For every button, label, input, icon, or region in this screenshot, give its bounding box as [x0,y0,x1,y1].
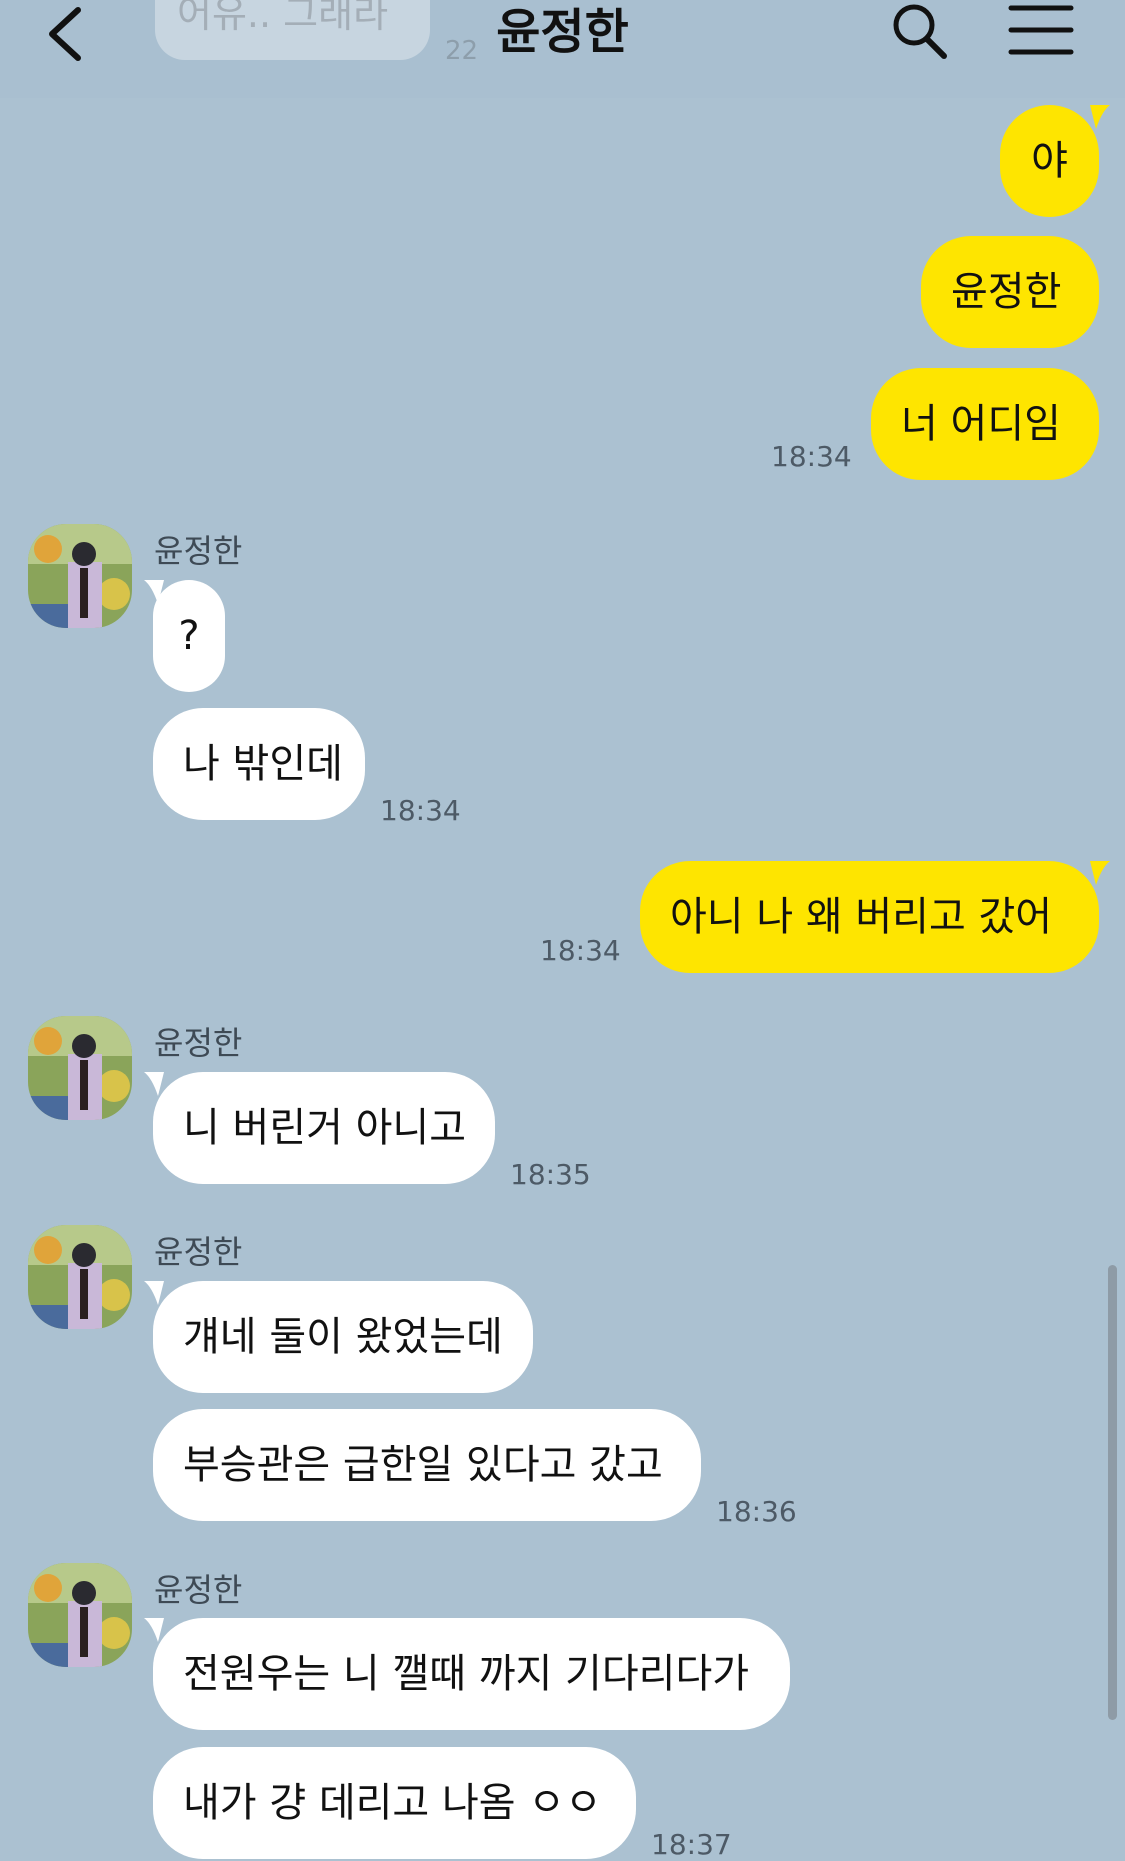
message-text: ? [178,613,200,659]
sent-message[interactable]: 너 어디임 [871,368,1099,480]
message-text: 니 버린거 아니고 [183,1105,467,1151]
received-message[interactable]: 내가 걍 데리고 나옴 ㅇㅇ [153,1747,636,1859]
sender-name: 윤정한 [154,1024,243,1062]
message-text: 윤정한 [951,269,1062,315]
sender-name: 윤정한 [154,1571,243,1609]
search-icon [893,4,947,59]
profile-photo [28,1563,132,1667]
message-text: 부승관은 급한일 있다고 갔고 [183,1442,663,1488]
message-time: 18:34 [380,794,461,827]
received-message[interactable]: 니 버린거 아니고 [153,1072,495,1184]
message-text: 아니 나 왜 버리고 갔어 [670,894,1053,940]
message-text: 걔네 둘이 왔었는데 [183,1314,503,1360]
avatar[interactable] [28,524,132,628]
received-message[interactable]: 전원우는 니 깰때 까지 기다리다가 [153,1618,790,1730]
profile-photo [28,524,132,628]
profile-photo [28,1225,132,1329]
chat-header: 어유.. 그래라 22 윤정한 [0,0,1125,98]
scrollbar[interactable] [1108,1265,1117,1720]
bubble-tail [1090,105,1110,129]
chat-title: 윤정한 [496,4,629,60]
message-text: 전원우는 니 깰때 까지 기다리다가 [183,1651,750,1697]
message-time: 18:37 [651,1828,732,1861]
message-text: 내가 걍 데리고 나옴 ㅇㅇ [183,1780,602,1826]
sender-name: 윤정한 [154,1233,243,1271]
message-time: 18:35 [510,1158,591,1191]
search-button[interactable] [890,0,950,62]
message-text: 너 어디임 [901,401,1061,447]
message-text: 나 밖인데 [183,741,343,787]
sent-message[interactable]: 윤정한 [921,236,1099,348]
sent-message[interactable]: 야 [1000,105,1099,217]
sent-message[interactable]: 아니 나 왜 버리고 갔어 [640,861,1099,973]
message-time: 18:36 [716,1495,797,1528]
sender-name: 윤정한 [154,532,243,570]
avatar[interactable] [28,1563,132,1667]
received-message[interactable]: ? [153,580,225,692]
message-text: 야 [1031,138,1068,184]
avatar[interactable] [28,1225,132,1329]
bubble-tail [1090,861,1110,885]
message-time: 18:34 [771,440,852,473]
menu-icon [1008,5,1074,55]
profile-photo [28,1016,132,1120]
received-message[interactable]: 부승관은 급한일 있다고 갔고 [153,1409,701,1521]
message-time: 18:34 [540,934,621,967]
menu-button[interactable] [1008,4,1074,56]
avatar[interactable] [28,1016,132,1120]
received-message[interactable]: 걔네 둘이 왔었는데 [153,1281,533,1393]
received-message[interactable]: 나 밖인데 [153,708,365,820]
